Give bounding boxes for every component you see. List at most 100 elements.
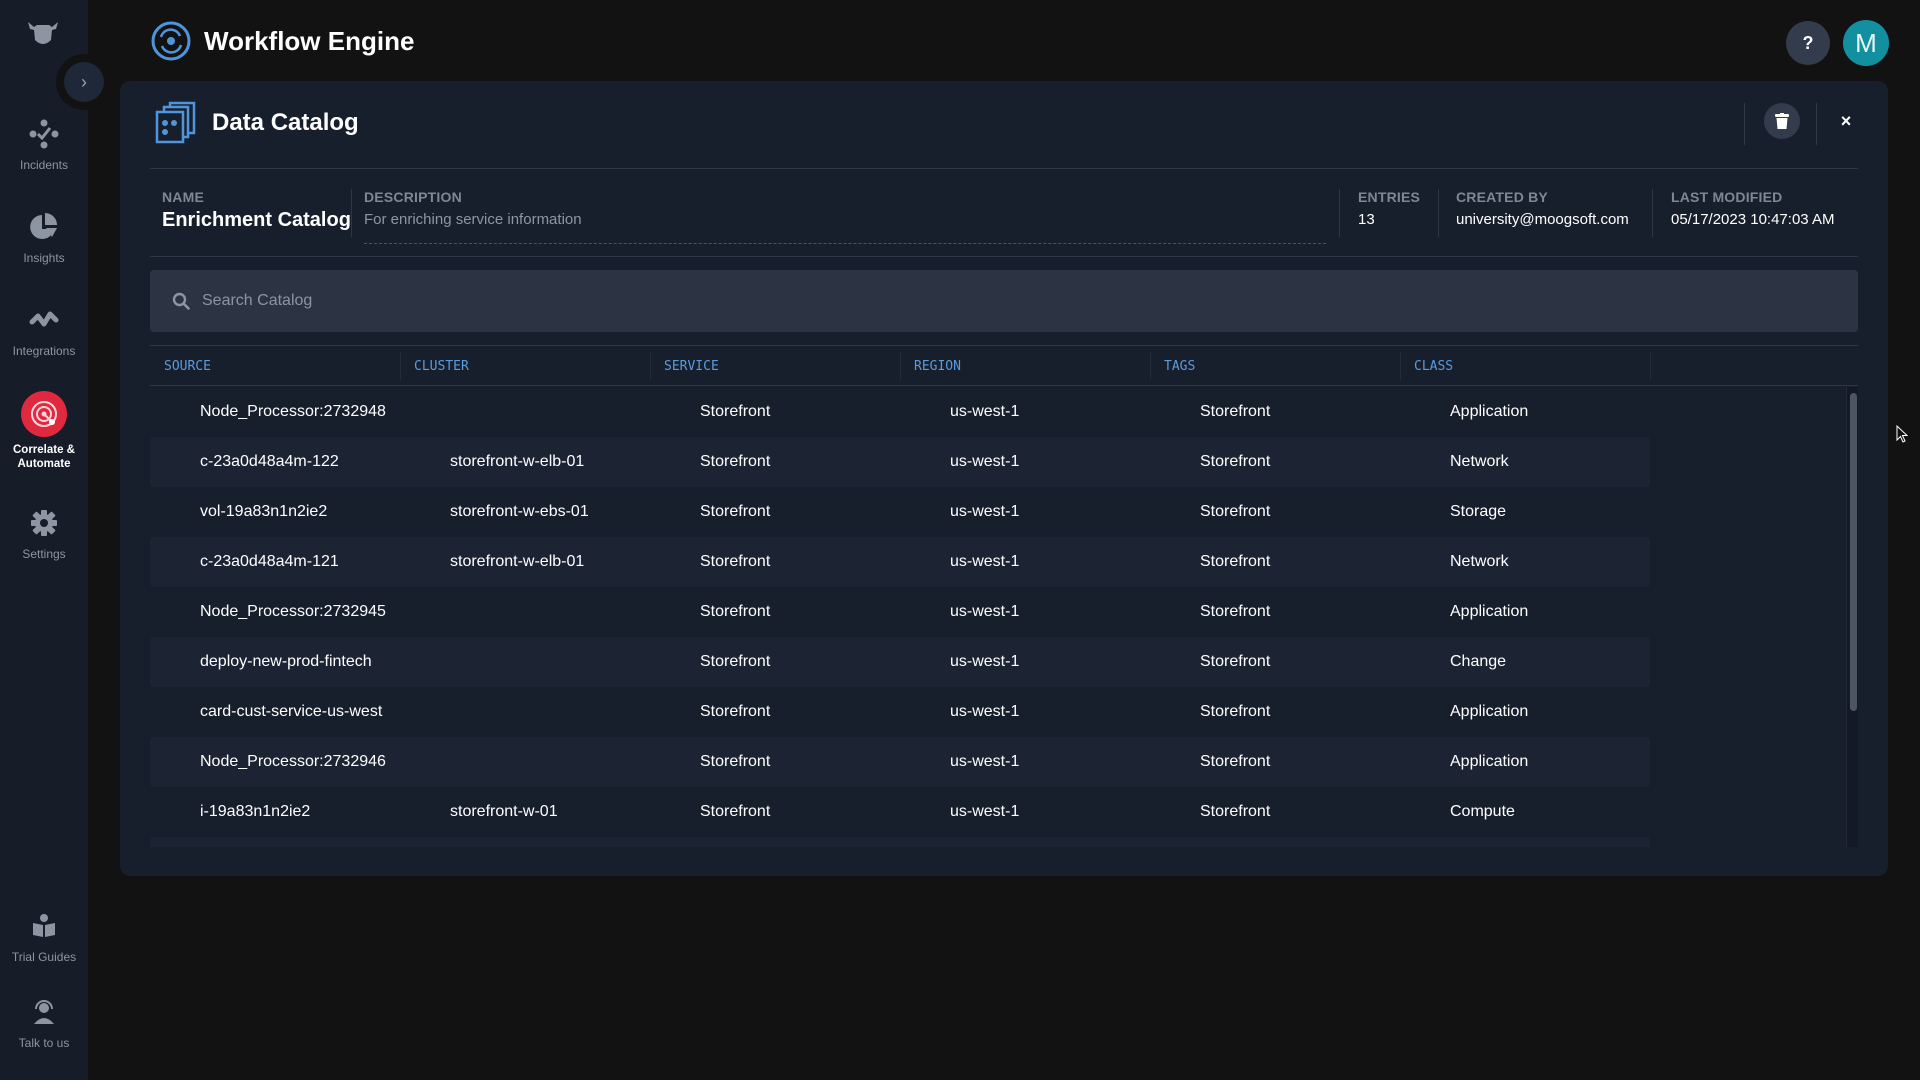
column-resize-handle[interactable]: [1650, 352, 1651, 380]
sidebar-item-label: Correlate & Automate: [13, 444, 75, 470]
catalog-description[interactable]: For enriching service information: [364, 211, 582, 228]
cell-source: c-23a0d48a4m-122: [200, 453, 339, 470]
meta-divider: [1438, 189, 1439, 237]
cell-tags: Storefront: [1200, 653, 1271, 670]
table-row[interactable]: Node_Processor:2732945 Storefront us-wes…: [150, 587, 1650, 637]
cell-service: Storefront: [700, 403, 771, 420]
sidebar-item-label: Talk to us: [18, 1036, 70, 1050]
integrations-icon: [26, 302, 62, 338]
cell-region: us-west-1: [950, 553, 1020, 570]
table-row[interactable]: c-23a0d48a4m-121 storefront-w-elb-01 Sto…: [150, 537, 1650, 587]
sidebar-item-insights[interactable]: Insights: [0, 209, 88, 265]
cell-region: us-west-1: [950, 603, 1020, 620]
cell-source: card-cust-service-us-west: [200, 703, 383, 720]
cell-tags: Storefront: [1200, 453, 1271, 470]
book-reader-icon: [26, 908, 62, 944]
sidebar-item-incidents[interactable]: Incidents: [0, 116, 88, 172]
cell-source: Node_Processor:2732946: [200, 753, 386, 770]
header-divider: [1816, 103, 1817, 145]
pie-chart-icon: [26, 209, 62, 245]
search-catalog[interactable]: [150, 270, 1858, 332]
cell-service: Storefront: [700, 553, 771, 570]
cell-source: Node_Processor:2732945: [200, 603, 386, 620]
column-header-cluster[interactable]: CLUSTER: [400, 346, 650, 386]
divider: [150, 256, 1858, 257]
table-row[interactable]: deploy-new-prod-fintech Storefront us-we…: [150, 637, 1650, 687]
cell-service: Storefront: [700, 603, 771, 620]
question-mark-icon: ?: [1802, 32, 1814, 53]
user-avatar[interactable]: M: [1843, 20, 1889, 66]
cell-class: Network: [1450, 453, 1509, 470]
close-panel-button[interactable]: ×: [1830, 105, 1862, 137]
cell-source: Node_Processor:2732948: [200, 403, 386, 420]
table-scrollbar[interactable]: [1846, 387, 1858, 847]
radar-icon: [21, 391, 67, 437]
panel-title: Data Catalog: [212, 109, 359, 136]
meta-last-modified: LAST MODIFIED 05/17/2023 10:47:03 AM: [1671, 189, 1834, 228]
table-row[interactable]: i-19a83n1n2ie2 storefront-w-01 Storefron…: [150, 787, 1650, 837]
table-header: SOURCE CLUSTER SERVICE REGION TAGS CLASS: [150, 345, 1858, 386]
cell-region: us-west-1: [950, 453, 1020, 470]
cell-region: us-west-1: [950, 703, 1020, 720]
name-label: NAME: [162, 189, 205, 205]
last-modified-label: LAST MODIFIED: [1671, 189, 1783, 205]
table-row[interactable]: vol-19a83n1n2ie2 storefront-w-ebs-01 Sto…: [150, 487, 1650, 537]
cell-service: Storefront: [700, 753, 771, 770]
sidebar-item-label: Integrations: [12, 344, 76, 358]
sidebar-item-integrations[interactable]: Integrations: [0, 302, 88, 358]
column-header-source[interactable]: SOURCE: [150, 346, 400, 386]
meta-divider: [1652, 189, 1653, 237]
cell-tags: Storefront: [1200, 703, 1271, 720]
chevron-right-icon: ›: [81, 71, 87, 92]
cell-cluster: storefront-w-elb-01: [450, 453, 585, 470]
column-header-class[interactable]: CLASS: [1400, 346, 1650, 386]
table-row-partial[interactable]: [150, 837, 1650, 847]
table-row[interactable]: Node_Processor:2732946 Storefront us-wes…: [150, 737, 1650, 787]
sidebar-item-trial-guides[interactable]: Trial Guides: [0, 908, 88, 964]
cell-region: us-west-1: [950, 403, 1020, 420]
meta-entries: ENTRIES 13: [1358, 189, 1420, 228]
cell-class: Storage: [1450, 503, 1507, 520]
entries-count: 13: [1358, 211, 1375, 228]
cell-class: Application: [1450, 603, 1529, 620]
cell-tags: Storefront: [1200, 503, 1271, 520]
meta-name: NAME Enrichment Catalog: [162, 189, 351, 232]
cell-service: Storefront: [700, 453, 771, 470]
meta-description[interactable]: DESCRIPTION For enriching service inform…: [364, 189, 582, 228]
scrollbar-thumb[interactable]: [1850, 393, 1857, 711]
meta-divider: [1339, 189, 1340, 237]
cell-tags: Storefront: [1200, 553, 1271, 570]
cell-tags: Storefront: [1200, 603, 1271, 620]
sidebar-item-label: Settings: [22, 547, 66, 561]
avatar-initial: M: [1855, 27, 1877, 58]
description-label: DESCRIPTION: [364, 189, 462, 205]
trash-icon: [1775, 113, 1789, 129]
cell-source: deploy-new-prod-fintech: [200, 653, 372, 670]
expand-sidebar-button[interactable]: ›: [64, 62, 104, 102]
sidebar-item-settings[interactable]: Settings: [0, 505, 88, 561]
cell-service: Storefront: [700, 503, 771, 520]
table-row[interactable]: c-23a0d48a4m-122 storefront-w-elb-01 Sto…: [150, 437, 1650, 487]
cell-class: Application: [1450, 753, 1529, 770]
created-by-value: university@moogsoft.com: [1456, 211, 1629, 228]
column-header-region[interactable]: REGION: [900, 346, 1150, 386]
column-header-tags[interactable]: TAGS: [1150, 346, 1400, 386]
created-by-label: CREATED BY: [1456, 189, 1548, 205]
cell-class: Application: [1450, 403, 1529, 420]
delete-catalog-button[interactable]: [1764, 103, 1800, 139]
help-button[interactable]: ?: [1786, 21, 1830, 65]
moogsoft-logo-icon[interactable]: [26, 18, 60, 48]
data-catalog-icon: [155, 101, 196, 144]
table-row[interactable]: Node_Processor:2732948 Storefront us-wes…: [150, 387, 1650, 437]
sidebar-item-talk-to-us[interactable]: Talk to us: [0, 994, 88, 1050]
search-icon: [172, 292, 190, 310]
column-header-service[interactable]: SERVICE: [650, 346, 900, 386]
sidebar-item-correlate-automate[interactable]: Correlate & Automate: [0, 391, 88, 471]
table-row[interactable]: card-cust-service-us-west Storefront us-…: [150, 687, 1650, 737]
cell-region: us-west-1: [950, 753, 1020, 770]
cell-source: vol-19a83n1n2ie2: [200, 503, 328, 520]
cell-region: us-west-1: [950, 503, 1020, 520]
app-header: Workflow Engine: [150, 20, 414, 62]
search-input[interactable]: [202, 292, 1802, 310]
cell-cluster: storefront-w-01: [450, 803, 558, 820]
